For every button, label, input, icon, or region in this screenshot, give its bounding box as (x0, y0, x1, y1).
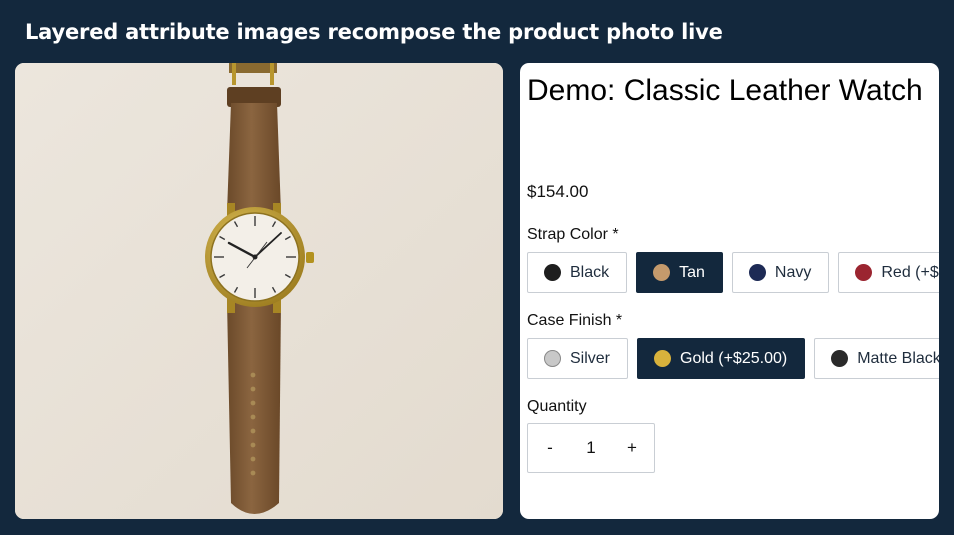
finish-option-gold[interactable]: Gold (+$25.00) (637, 338, 806, 379)
option-label: Gold (+$25.00) (680, 349, 788, 367)
quantity-value[interactable]: 1 (572, 438, 610, 458)
product-title: Demo: Classic Leather Watch (527, 74, 923, 107)
color-swatch-icon (653, 264, 671, 281)
finish-option-silver[interactable]: Silver (527, 338, 629, 379)
finish-option-matte-black[interactable]: Matte Black (814, 338, 939, 379)
color-swatch-icon (544, 350, 561, 367)
watch-image (15, 63, 503, 519)
option-label: Matte Black (857, 349, 939, 367)
strap-option-black[interactable]: Black (527, 252, 628, 293)
page-banner-title: Layered attribute images recompose the p… (25, 20, 723, 44)
decrement-button[interactable]: - (528, 438, 572, 458)
option-label: Silver (570, 349, 611, 367)
strap-color-label: Strap Color * (527, 226, 619, 243)
option-label: Navy (774, 263, 812, 281)
quantity-label: Quantity (527, 398, 587, 415)
color-swatch-icon (855, 264, 873, 281)
case-finish-options: Silver Gold (+$25.00) Matte Black (527, 338, 939, 379)
strap-color-options: Black Tan Navy Red (+$ (527, 252, 939, 293)
color-swatch-icon (544, 264, 561, 281)
strap-option-tan[interactable]: Tan (636, 252, 723, 293)
color-swatch-icon (748, 264, 766, 281)
option-label: Black (570, 263, 610, 281)
option-label: Tan (679, 263, 705, 281)
product-price: $154.00 (527, 182, 589, 201)
product-photo (15, 63, 503, 519)
product-panel: Demo: Classic Leather Watch $154.00 Stra… (520, 63, 939, 519)
strap-option-navy[interactable]: Navy (731, 252, 830, 293)
option-label: Red (+$ (881, 263, 939, 281)
color-swatch-icon (654, 350, 672, 367)
quantity-stepper: - 1 + (527, 423, 655, 473)
strap-option-red[interactable]: Red (+$ (838, 252, 939, 293)
increment-button[interactable]: + (610, 438, 654, 458)
color-swatch-icon (831, 350, 849, 367)
case-finish-label: Case Finish * (527, 312, 623, 329)
